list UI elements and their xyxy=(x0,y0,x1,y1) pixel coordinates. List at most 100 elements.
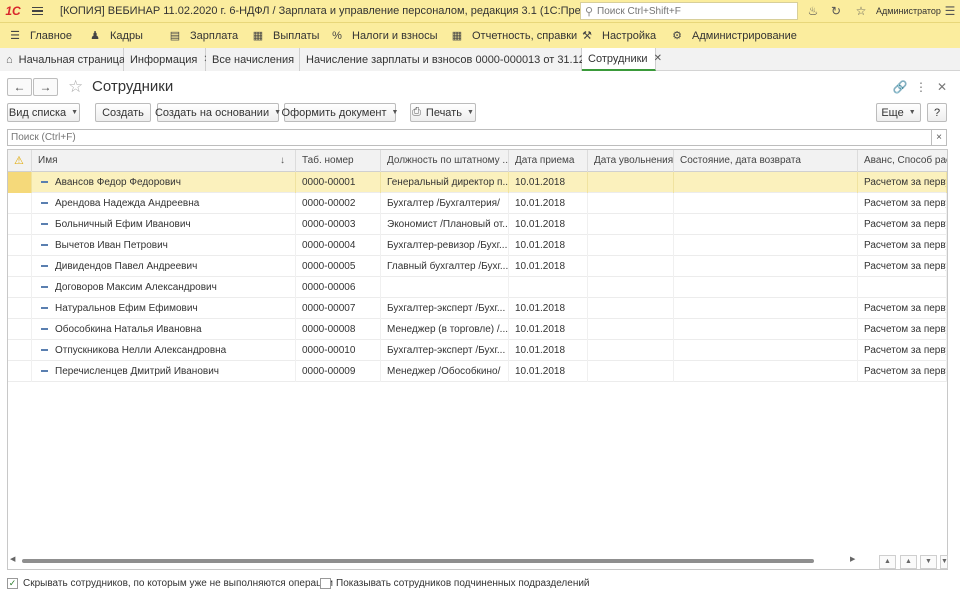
section-label: Настройка xyxy=(602,29,657,42)
back-button[interactable]: ← xyxy=(7,78,32,96)
column-header-position[interactable]: Должность по штатному ... xyxy=(381,150,509,172)
cell-name: Дивидендов Павел Андреевич xyxy=(32,256,296,277)
table-row[interactable]: Больничный Ефим Иванович 0000-00003 Эконом… xyxy=(8,214,947,235)
close-icon[interactable]: ✕ xyxy=(654,53,662,64)
section-payments[interactable]: ▦ Выплаты xyxy=(251,23,330,49)
more-button[interactable]: Еще ▼ xyxy=(876,103,921,122)
gear-icon: ⚙ xyxy=(672,30,682,42)
horizontal-scrollbar[interactable]: ◀ ▶ xyxy=(8,555,858,567)
section-taxes[interactable]: % Налоги и взносы xyxy=(330,23,450,49)
chevron-down-icon: ▼ xyxy=(925,558,932,565)
column-header-state[interactable]: Состояние, дата возврата xyxy=(674,150,858,172)
cell-state xyxy=(674,361,858,382)
cell-hire-date: 10.01.2018 xyxy=(509,193,588,214)
section-label: Администрирование xyxy=(692,29,797,42)
cell-tab-number: 0000-00003 xyxy=(296,214,381,235)
scrollbar-thumb[interactable] xyxy=(22,559,814,563)
help-button[interactable]: ? xyxy=(927,103,947,122)
favorites-star-icon[interactable]: ☆ xyxy=(851,0,871,22)
checkbox-unchecked-icon[interactable] xyxy=(320,577,331,589)
table-row[interactable]: Авансов Федор Федорович 0000-00001 Генерал… xyxy=(8,172,947,193)
favorite-star-icon[interactable]: ☆ xyxy=(68,77,83,97)
cell-tab-number: 0000-00001 xyxy=(296,172,381,193)
scroll-down-button[interactable]: ▼ xyxy=(920,555,937,569)
search-icon: ⚲ xyxy=(584,5,594,18)
clear-search-button[interactable]: × xyxy=(932,129,947,146)
button-label: Печать xyxy=(425,106,462,119)
row-marker-cell xyxy=(8,172,32,193)
table-row[interactable]: Натуральнов Ефим Ефимович 0000-00007 Бухга… xyxy=(8,298,947,319)
section-admin[interactable]: ⚙ Администрирование xyxy=(670,23,800,49)
hide-inactive-checkbox[interactable]: ✓ Скрывать сотрудников, по которым уже н… xyxy=(7,576,333,590)
view-list-button[interactable]: Вид списка ▼ xyxy=(7,103,80,122)
global-search[interactable]: ⚲ xyxy=(580,2,798,20)
cell-advance xyxy=(858,277,947,298)
create-button[interactable]: Создать xyxy=(95,103,151,122)
tab-payroll-document[interactable]: Начисление зарплаты и взносов 0000-00001… xyxy=(300,48,627,71)
cell-advance: Расчетом за первую половину месяца xyxy=(858,361,947,382)
cell-tab-number: 0000-00009 xyxy=(296,361,381,382)
forward-button[interactable]: → xyxy=(33,78,58,96)
table-row[interactable]: Обособкина Наталья Ивановна 0000-00008 Мен… xyxy=(8,319,947,340)
table-row[interactable]: Арендова Надежда Андреевна 0000-00002 Бухг… xyxy=(8,193,947,214)
table-row[interactable]: Перечисленцев Дмитрий Иванович 0000-00009… xyxy=(8,361,947,382)
column-header-hire-date[interactable]: Дата приема xyxy=(509,150,588,172)
tab-information[interactable]: Информация ✕ xyxy=(124,48,212,71)
chevron-down-icon: ▼ xyxy=(466,109,474,116)
cell-position: Бухгалтер /Бухгалтерия/ xyxy=(381,193,509,214)
empty-row xyxy=(8,403,947,424)
row-marker-cell xyxy=(8,361,32,382)
help-icon: ? xyxy=(933,106,941,119)
scroll-bottom-button[interactable]: ▼ xyxy=(940,555,948,569)
print-button[interactable]: ⎙ Печать ▼ xyxy=(410,103,476,122)
cell-name: Натуральнов Ефим Ефимович xyxy=(32,298,296,319)
more-vertical-icon[interactable]: ⋮ xyxy=(913,78,929,96)
tab-all-accruals[interactable]: Все начисления ✕ xyxy=(206,48,308,71)
cell-state xyxy=(674,256,858,277)
make-document-button[interactable]: Оформить документ ▼ xyxy=(282,103,398,122)
column-header-dismissal-date[interactable]: Дата увольнения xyxy=(588,150,674,172)
search-input[interactable] xyxy=(7,129,932,146)
bell-icon[interactable]: ♨ xyxy=(803,0,823,22)
section-hr[interactable]: ♟ Кадры xyxy=(88,23,168,49)
button-label: Вид списка xyxy=(8,106,67,119)
section-main[interactable]: ☰ Главное xyxy=(8,23,88,49)
cell-name: Авансов Федор Федорович xyxy=(32,172,296,193)
history-icon[interactable]: ↻ xyxy=(826,0,846,22)
checkbox-checked-icon[interactable]: ✓ xyxy=(7,577,18,589)
column-header-tab-number[interactable]: Таб. номер xyxy=(296,150,381,172)
create-based-on-button[interactable]: Создать на основании ▼ xyxy=(155,103,281,122)
double-chevron-up-icon: ▲ xyxy=(884,558,891,565)
column-header-name[interactable]: Имя ↓ xyxy=(32,150,296,172)
section-salary[interactable]: ▤ Зарплата xyxy=(168,23,251,49)
scroll-up-button[interactable]: ▲ xyxy=(900,555,917,569)
table-row[interactable]: Отпускникова Нелли Александровна 0000-000… xyxy=(8,340,947,361)
tab-label: Все начисления xyxy=(212,53,295,66)
empty-row xyxy=(8,424,947,445)
column-header-advance[interactable]: Аванс, Способ расчета аванса xyxy=(858,150,947,172)
global-search-input[interactable] xyxy=(597,5,792,17)
scroll-top-button[interactable]: ▲ xyxy=(879,555,896,569)
tab-employees[interactable]: Сотрудники ✕ xyxy=(582,48,662,71)
close-icon[interactable]: ✕ xyxy=(934,78,950,96)
scroll-left-icon[interactable]: ◀ xyxy=(10,555,15,563)
main-menu-icon[interactable] xyxy=(26,0,48,22)
cell-tab-number: 0000-00008 xyxy=(296,319,381,340)
table-row[interactable]: Вычетов Иван Петрович 0000-00004 Бухгалтер… xyxy=(8,235,947,256)
settings-menu-icon[interactable]: ☰ xyxy=(940,0,960,22)
section-reports[interactable]: ▦ Отчетность, справки xyxy=(450,23,580,49)
section-settings[interactable]: ⚒ Настройка xyxy=(580,23,670,49)
table-row[interactable]: Дивидендов Павел Андреевич 0000-00005 Глав… xyxy=(8,256,947,277)
cell-hire-date: 10.01.2018 xyxy=(509,172,588,193)
table-row[interactable]: Договоров Максим Александрович 0000-00006 xyxy=(8,277,947,298)
user-name[interactable]: Администратор xyxy=(876,0,941,22)
tab-home[interactable]: ⌂ Начальная страница xyxy=(0,48,125,71)
section-label: Отчетность, справки xyxy=(472,29,578,42)
cell-dismissal-date xyxy=(588,298,674,319)
show-subordinate-checkbox[interactable]: Показывать сотрудников подчиненных подра… xyxy=(320,576,590,590)
scroll-right-icon[interactable]: ▶ xyxy=(850,555,855,563)
cell-dismissal-date xyxy=(588,340,674,361)
cell-tab-number: 0000-00002 xyxy=(296,193,381,214)
link-icon[interactable]: 🔗 xyxy=(892,78,908,96)
cell-tab-number: 0000-00010 xyxy=(296,340,381,361)
